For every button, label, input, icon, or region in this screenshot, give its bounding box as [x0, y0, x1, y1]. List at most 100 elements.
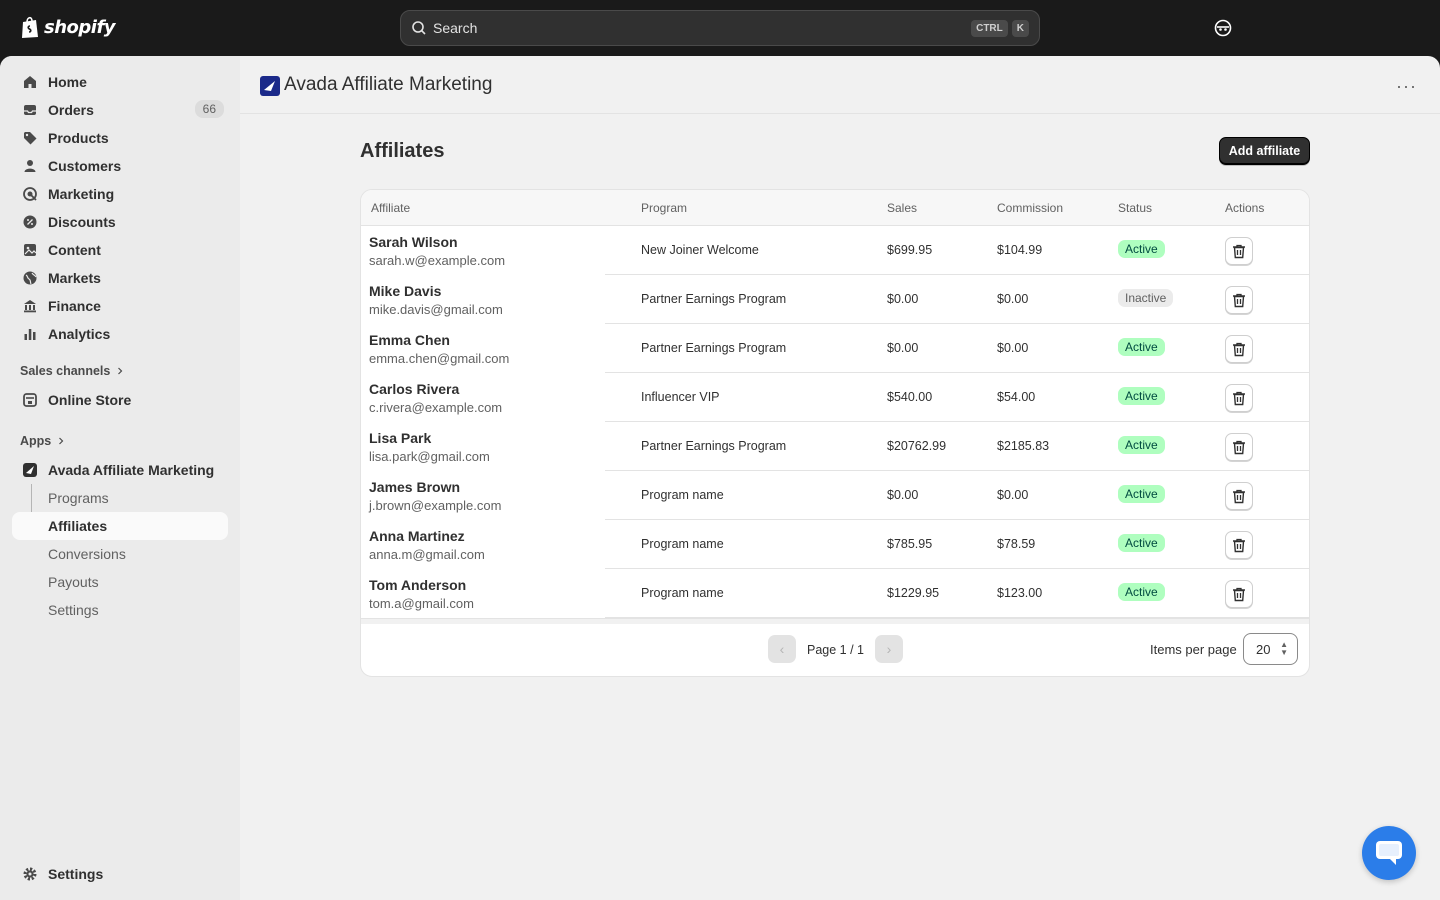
delete-button[interactable] [1225, 482, 1253, 510]
delete-button[interactable] [1225, 335, 1253, 363]
sidebar-subitem-programs[interactable]: Programs [12, 484, 228, 512]
sidebar-item-products[interactable]: Products [12, 124, 228, 152]
table-row[interactable]: Mike Davis mike.davis@gmail.com Partner … [361, 275, 1309, 324]
delete-button[interactable] [1225, 433, 1253, 461]
trash-icon [1233, 538, 1245, 552]
affiliate-email: emma.chen@gmail.com [369, 351, 510, 366]
table-row[interactable]: Anna Martinez anna.m@gmail.com Program n… [361, 520, 1309, 569]
sidebar-subitem-payouts[interactable]: Payouts [12, 568, 228, 596]
table-row[interactable]: Sarah Wilson sarah.w@example.com New Joi… [361, 226, 1309, 275]
sidebar-subitem-affiliates[interactable]: Affiliates [12, 512, 228, 540]
affiliate-name: Mike Davis [369, 283, 442, 299]
table-row[interactable]: Lisa Park lisa.park@gmail.com Partner Ea… [361, 422, 1309, 471]
trash-icon [1233, 342, 1245, 356]
orders-count-badge: 66 [194, 100, 224, 118]
status-badge: Active [1118, 387, 1165, 405]
column-header-commission: Commission [997, 201, 1064, 215]
app-header: Avada Affiliate Marketing ··· [240, 56, 1440, 114]
delete-button[interactable] [1225, 580, 1253, 608]
sidebar: Home Orders 66 Products Customers Market… [0, 56, 240, 900]
trash-icon [1233, 440, 1245, 454]
sales-cell: $0.00 [887, 488, 919, 502]
next-page-button[interactable]: › [875, 635, 903, 663]
sidebar-item-content[interactable]: Content [12, 236, 228, 264]
sales-cell: $540.00 [887, 390, 933, 404]
sidebar-item-online-store[interactable]: Online Store [12, 386, 228, 414]
sidebar-subitem-label: Payouts [48, 574, 99, 590]
program-cell: Program name [641, 586, 724, 600]
table-header: Affiliate Program Sales Commission Statu… [361, 190, 1309, 226]
table-row[interactable]: James Brown j.brown@example.com Program … [361, 471, 1309, 520]
sidebar-item-label: Markets [48, 270, 101, 286]
avada-logo-icon [260, 76, 280, 96]
sidebar-item-marketing[interactable]: Marketing [12, 180, 228, 208]
search-bar[interactable]: Search CTRL K [400, 10, 1040, 46]
chat-support-button[interactable] [1362, 826, 1416, 880]
gear-icon [22, 866, 38, 882]
delete-button[interactable] [1225, 531, 1253, 559]
program-cell: Partner Earnings Program [641, 439, 787, 453]
trash-icon [1233, 391, 1245, 405]
affiliate-name: James Brown [369, 479, 461, 495]
table-row[interactable]: Emma Chen emma.chen@gmail.com Partner Ea… [361, 324, 1309, 373]
column-header-status: Status [1118, 201, 1153, 215]
sidebar-subitem-settings[interactable]: Settings [12, 596, 228, 624]
commission-cell: $104.99 [997, 243, 1043, 257]
status-badge: Active [1118, 338, 1165, 356]
more-actions-button[interactable]: ··· [1396, 76, 1417, 97]
shopify-bag-icon [22, 16, 38, 38]
column-header-sales: Sales [887, 201, 918, 215]
sidebar-item-label: Analytics [48, 326, 111, 342]
table-row[interactable]: Carlos Rivera c.rivera@example.com Influ… [361, 373, 1309, 422]
sidebar-item-orders[interactable]: Orders 66 [12, 96, 228, 124]
sidebar-item-avada-app[interactable]: Avada Affiliate Marketing [12, 456, 228, 484]
store-avatar-icon[interactable] [1214, 19, 1232, 37]
commission-cell: $54.00 [997, 390, 1036, 404]
previous-page-button[interactable]: ‹ [768, 635, 796, 663]
sales-cell: $1229.95 [887, 586, 940, 600]
sidebar-subitem-label: Affiliates [48, 518, 108, 534]
affiliate-name: Sarah Wilson [369, 234, 458, 250]
sidebar-item-discounts[interactable]: Discounts [12, 208, 228, 236]
sidebar-subitem-conversions[interactable]: Conversions [12, 540, 228, 568]
sidebar-item-finance[interactable]: Finance [12, 292, 228, 320]
items-per-page-label: Items per page [1150, 642, 1237, 657]
items-per-page-select[interactable]: 20 ▲ ▼ [1243, 633, 1298, 665]
affiliates-table-card: Affiliate Program Sales Commission Statu… [360, 189, 1310, 677]
delete-button[interactable] [1225, 286, 1253, 314]
sidebar-item-markets[interactable]: Markets [12, 264, 228, 292]
affiliate-name: Lisa Park [369, 430, 432, 446]
sales-cell: $20762.99 [887, 439, 947, 453]
shopify-logo[interactable]: shopify [20, 15, 116, 39]
sidebar-subitem-label: Programs [48, 490, 109, 506]
program-cell: New Joiner Welcome [641, 243, 759, 257]
affiliate-email: sarah.w@example.com [369, 253, 506, 268]
sidebar-item-settings[interactable]: Settings [12, 860, 228, 888]
status-badge: Active [1118, 436, 1165, 454]
store-icon [22, 392, 38, 408]
affiliate-email: j.brown@example.com [369, 498, 502, 513]
sidebar-item-customers[interactable]: Customers [12, 152, 228, 180]
sidebar-item-label: Home [48, 74, 87, 90]
shopify-wordmark: shopify [44, 16, 116, 38]
apps-header[interactable]: Apps [20, 434, 65, 448]
add-affiliate-button[interactable]: Add affiliate [1219, 137, 1310, 165]
commission-cell: $123.00 [997, 586, 1043, 600]
delete-button[interactable] [1225, 384, 1253, 412]
sales-channels-header[interactable]: Sales channels [20, 364, 124, 378]
affiliate-name: Anna Martinez [369, 528, 465, 544]
discount-icon [22, 214, 38, 230]
sidebar-item-label: Products [48, 130, 109, 146]
sidebar-item-analytics[interactable]: Analytics [12, 320, 228, 348]
affiliate-email: mike.davis@gmail.com [369, 302, 503, 317]
column-header-affiliate: Affiliate [371, 201, 411, 215]
sales-cell: $0.00 [887, 341, 919, 355]
affiliate-email: anna.m@gmail.com [369, 547, 485, 562]
sidebar-item-label: Discounts [48, 214, 116, 230]
program-cell: Program name [641, 537, 724, 551]
sidebar-item-home[interactable]: Home [12, 68, 228, 96]
table-row[interactable]: Tom Anderson tom.a@gmail.com Program nam… [361, 569, 1309, 618]
delete-button[interactable] [1225, 237, 1253, 265]
affiliate-name: Tom Anderson [369, 577, 467, 593]
sidebar-item-label: Finance [48, 298, 101, 314]
